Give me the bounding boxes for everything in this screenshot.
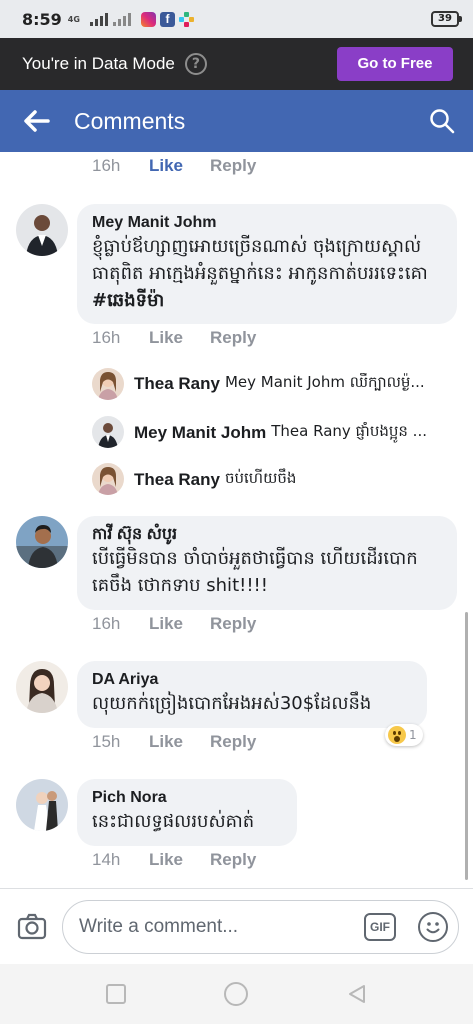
signal-icon	[89, 12, 131, 26]
battery-icon: 39	[431, 11, 462, 27]
avatar[interactable]	[16, 204, 68, 256]
back-icon[interactable]	[346, 983, 368, 1005]
like-button[interactable]: Like	[149, 614, 210, 634]
network-type: 4G	[67, 14, 80, 24]
reply-text: ចប់ហើយចឹង	[224, 469, 297, 487]
comment-timestamp: 14h	[92, 850, 121, 869]
reaction-count: 1	[409, 728, 417, 742]
comment-bubble[interactable]: Mey Manit Johm ខ្ញុំធ្លាប់ឪហ្សាញអោយច្រើន…	[77, 204, 457, 324]
data-mode-message: You're in Data Mode	[22, 54, 175, 73]
comment-author[interactable]: DA Ariya	[92, 670, 413, 690]
comment-bubble[interactable]: DA Ariya លុយកក់ច្រៀងបោកអែងអស់30$ដែលនឹង	[77, 661, 427, 728]
system-nav-bar	[0, 964, 473, 1024]
wow-reaction-icon	[388, 726, 406, 744]
facebook-icon: f	[159, 11, 175, 27]
battery-level: 39	[438, 13, 452, 24]
comment-actions: 16h Like Reply	[92, 328, 256, 348]
like-button[interactable]: Like	[149, 732, 210, 752]
comment-text: លុយកក់ច្រៀងបោកអែងអស់30$ដែលនឹង	[92, 693, 372, 714]
comment-actions: 15h Like Reply	[92, 732, 256, 752]
reply-author[interactable]: Thea Rany	[134, 374, 220, 394]
comment-placeholder: Write a comment...	[79, 915, 239, 937]
comment-timestamp: 16h	[92, 328, 121, 347]
reply-author[interactable]: Mey Manit Johm	[134, 423, 266, 443]
reply-preview[interactable]: Thea Rany Mey Manit Johm ឈឺក្បាលម៉្ង...	[134, 373, 456, 395]
comment-bubble[interactable]: កាវី ស៊ុន សំបូរ បើធ្វើមិនបាន ចាំបាច់អួតថ…	[77, 516, 457, 610]
comment-timestamp: 16h	[92, 614, 121, 633]
instagram-icon	[140, 11, 156, 27]
home-icon[interactable]	[223, 982, 248, 1006]
page-title: Comments	[74, 107, 186, 134]
comment-text: បើធ្វើមិនបាន ចាំបាច់អួតថាធ្វើបាន ហើយដើរប…	[92, 548, 418, 596]
comments-header: Comments	[0, 90, 473, 152]
like-button[interactable]: Like	[149, 850, 210, 870]
reply-button[interactable]: Reply	[210, 156, 256, 176]
comment-composer: Write a comment... GIF	[0, 888, 473, 964]
search-icon[interactable]	[429, 108, 455, 134]
like-button[interactable]: Like	[149, 156, 210, 176]
comment-text: ខ្ញុំធ្លាប់ឪហ្សាញអោយច្រើនណាស់ ចុងក្រោយស្…	[92, 233, 443, 314]
reply-button[interactable]: Reply	[210, 850, 256, 870]
status-time: 8:59	[22, 9, 62, 29]
help-icon[interactable]: ?	[184, 53, 207, 75]
reply-avatar[interactable]	[92, 416, 124, 448]
camera-icon[interactable]	[16, 911, 48, 943]
avatar[interactable]	[16, 661, 68, 713]
comment-input[interactable]: Write a comment... GIF	[62, 899, 459, 954]
comment-timestamp: 15h	[92, 732, 121, 751]
comments-feed[interactable]: 16h Like Reply Mey Manit Johm ខ្ញុំធ្លាប…	[0, 152, 473, 888]
comment-author[interactable]: Mey Manit Johm	[92, 213, 443, 233]
comment-body: ខ្ញុំធ្លាប់ឪហ្សាញអោយច្រើនណាស់ ចុងក្រោយស្…	[92, 236, 428, 284]
comment-author[interactable]: កាវី ស៊ុន សំបូរ	[92, 525, 443, 545]
data-mode-banner: You're in Data Mode ? Go to Free	[0, 38, 473, 90]
gif-button[interactable]: GIF	[364, 912, 396, 941]
reply-button[interactable]: Reply	[210, 614, 256, 634]
reply-author[interactable]: Thea Rany	[134, 470, 220, 490]
emoji-icon[interactable]	[418, 911, 448, 942]
reply-text: Thea Rany ផ្ញាំបងប្អូន ...	[271, 422, 427, 440]
like-button[interactable]: Like	[149, 328, 210, 348]
back-arrow-icon[interactable]	[22, 107, 50, 135]
reply-text: Mey Manit Johm ឈឺក្បាលម៉្ង...	[224, 373, 425, 391]
comment-timestamp: 16h	[92, 156, 121, 175]
avatar[interactable]	[16, 779, 68, 831]
hashtag-link[interactable]: #ឆេងទីម៉ា	[92, 290, 164, 311]
avatar[interactable]	[16, 516, 68, 568]
comment-actions: 14h Like Reply	[92, 850, 256, 870]
reply-preview[interactable]: Mey Manit Johm Thea Rany ផ្ញាំបងប្អូន ..…	[134, 422, 456, 444]
reply-avatar[interactable]	[92, 463, 124, 495]
comment-text: នេះជាលទ្ធផលរបស់គាត់	[92, 811, 255, 832]
slack-icon	[178, 11, 194, 27]
comment-actions: 16h Like Reply	[92, 156, 256, 176]
comment-author[interactable]: Pich Nora	[92, 788, 283, 808]
go-to-free-button[interactable]: Go to Free	[337, 47, 453, 81]
status-bar: 8:59 4G f 39	[0, 0, 473, 38]
reply-button[interactable]: Reply	[210, 732, 256, 752]
reply-avatar[interactable]	[92, 368, 124, 400]
reply-preview[interactable]: Thea Rany ចប់ហើយចឹង	[134, 469, 296, 491]
comment-bubble[interactable]: Pich Nora នេះជាលទ្ធផលរបស់គាត់	[77, 779, 297, 846]
reply-button[interactable]: Reply	[210, 328, 256, 348]
recents-icon[interactable]	[105, 984, 126, 1004]
reaction-badge[interactable]: 1	[385, 724, 423, 746]
comment-actions: 16h Like Reply	[92, 614, 256, 634]
scrollbar[interactable]	[465, 612, 468, 880]
